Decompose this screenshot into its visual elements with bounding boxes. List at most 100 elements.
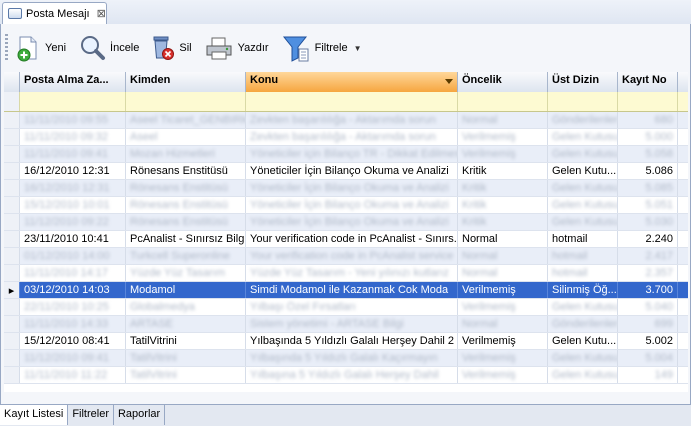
table-row[interactable]: 22/11/2010 10:25 Globalmedya Yılbaşı Özel … bbox=[4, 299, 688, 316]
tab-filters[interactable]: Filtreler bbox=[68, 405, 114, 425]
cell-date: 15/12/2010 10:01 bbox=[20, 197, 126, 213]
cell-date: 01/12/2010 14:00 bbox=[20, 248, 126, 264]
cell-date: 11/11/2010 09:32 bbox=[20, 129, 126, 145]
cell-subject: Yılbaşında 5 Yıldızlı Galalı Kaçırmayın bbox=[246, 350, 458, 366]
cell-from: Rönesans Enstitüsü bbox=[126, 197, 246, 213]
printer-icon bbox=[206, 37, 232, 60]
cell-priority-text: Normal bbox=[462, 250, 498, 262]
row-indicator[interactable] bbox=[4, 248, 20, 264]
toolbar-grip[interactable] bbox=[5, 34, 8, 62]
table-row[interactable]: 16/12/2010 12:31 Rönesans Enstitüsü Yöneti… bbox=[4, 180, 688, 197]
row-indicator[interactable] bbox=[4, 367, 20, 383]
print-button[interactable]: Yazdır bbox=[204, 30, 269, 66]
delete-button-label: Sil bbox=[179, 42, 192, 54]
table-row[interactable]: 11/11/2010 09:32 Aseel Zevkten başarılılığ… bbox=[4, 129, 688, 146]
cell-record-no: 5.000 bbox=[618, 129, 678, 145]
table-row[interactable]: 11/11/2010 11:22 TatilVitrini Yılbaşına 5 … bbox=[4, 367, 688, 384]
row-indicator[interactable] bbox=[4, 180, 20, 196]
row-indicator[interactable] bbox=[4, 146, 20, 162]
column-header-date[interactable]: Posta Alma Za... bbox=[20, 72, 126, 92]
cell-priority: Normal bbox=[458, 231, 548, 247]
column-header-folder[interactable]: Üst Dizin bbox=[548, 72, 618, 92]
table-row[interactable]: 23/11/2010 10:41 PcAnalist - Sınırsız Bil… bbox=[4, 231, 688, 248]
table-row[interactable]: 15/12/2010 10:01 Rönesans Enstitüsü Yöneti… bbox=[4, 197, 688, 214]
tab-posta-mesaji[interactable]: Posta Mesajı ⊠ bbox=[2, 2, 107, 24]
table-row[interactable]: 01/12/2010 14:00 Turkcell Superonline Your… bbox=[4, 248, 688, 265]
cell-folder: Gelen Kutusu bbox=[548, 299, 618, 315]
tab-record-list[interactable]: Kayıt Listesi bbox=[0, 405, 69, 425]
cell-date: 22/11/2010 10:25 bbox=[20, 299, 126, 315]
column-header-from[interactable]: Kimden bbox=[126, 72, 246, 92]
cell-record-no: 5.086 bbox=[618, 163, 678, 179]
table-row[interactable]: 11/11/2010 14:17 Yüzde Yüz Tasarım Yüzde Y… bbox=[4, 265, 688, 282]
cell-date-text: 11/12/2010 09:22 bbox=[24, 216, 109, 228]
cell-from: TatilVitrini bbox=[126, 333, 246, 349]
row-indicator[interactable] bbox=[4, 299, 20, 315]
cell-record-no-text: 5.051 bbox=[645, 199, 673, 211]
column-header-priority[interactable]: Öncelik bbox=[458, 72, 548, 92]
row-indicator[interactable] bbox=[4, 214, 20, 230]
table-row[interactable]: 11/12/2010 09:22 Rönesans Enstitüsü Yöneti… bbox=[4, 214, 688, 231]
cell-date: 15/12/2010 08:41 bbox=[20, 333, 126, 349]
row-indicator[interactable] bbox=[4, 129, 20, 145]
cell-priority: Kritik bbox=[458, 180, 548, 196]
cell-from-text: Rönesans Enstitüsü bbox=[130, 165, 228, 177]
cell-date: 11/11/2010 14:17 bbox=[20, 265, 126, 281]
print-button-label: Yazdır bbox=[237, 42, 269, 54]
table-row[interactable]: 16/12/2010 12:31 Rönesans Enstitüsü Yöneti… bbox=[4, 163, 688, 180]
magnifier-icon bbox=[81, 36, 106, 60]
cell-priority: Verilmemiş bbox=[458, 350, 548, 366]
table-row[interactable]: 15/12/2010 08:41 TatilVitrini Yılbaşında 5… bbox=[4, 333, 688, 350]
cell-date-text: 16/12/2010 12:31 bbox=[24, 182, 110, 194]
current-row-indicator-icon[interactable]: ▸ bbox=[4, 282, 20, 298]
row-indicator[interactable] bbox=[4, 112, 20, 128]
delete-button[interactable]: Sil bbox=[151, 30, 192, 66]
table-row[interactable]: ▸ 03/12/2010 14:03 Modamol Simdi Modamol il… bbox=[4, 282, 688, 299]
cell-folder: Gelen Kutu... bbox=[548, 333, 618, 349]
view-button-label: İncele bbox=[110, 42, 140, 54]
chevron-down-icon[interactable]: ▼ bbox=[354, 44, 362, 53]
cell-priority-text: Verilmemiş bbox=[462, 301, 516, 313]
filter-button[interactable]: Filtrele ▼ bbox=[281, 30, 362, 66]
filter-cell-folder[interactable] bbox=[548, 92, 618, 111]
cell-priority: Normal bbox=[458, 265, 548, 281]
row-indicator[interactable] bbox=[4, 333, 20, 349]
cell-folder-text: Gönderilenler bbox=[552, 114, 618, 126]
cell-from: Mozan Hizmetleri bbox=[126, 146, 246, 162]
tab-reports[interactable]: Raporlar bbox=[114, 405, 166, 425]
cell-subject: Zevkten başarılılığa - Aktarımda sorun bbox=[246, 112, 458, 128]
row-indicator[interactable] bbox=[4, 197, 20, 213]
cell-folder-text: hotmail bbox=[552, 250, 588, 262]
row-indicator[interactable] bbox=[4, 231, 20, 247]
cell-record-no-text: 699 bbox=[654, 318, 673, 330]
new-button[interactable]: Yeni bbox=[15, 30, 66, 66]
cell-subject-text: Yöneticiler İçin Bilanço Okuma ve Analiz… bbox=[250, 182, 449, 194]
cell-from-text: TatilVitrini bbox=[130, 335, 177, 347]
cell-folder: Gelen Kutusu bbox=[548, 146, 618, 162]
filter-cell-subject[interactable] bbox=[246, 92, 458, 111]
filter-cell-date[interactable] bbox=[20, 92, 126, 111]
row-indicator[interactable] bbox=[4, 265, 20, 281]
cell-subject-text: Yöneticiler için Bilanço TR - Dikkat Edi… bbox=[250, 148, 458, 160]
table-row[interactable]: 11/11/2010 14:33 ARTASE Sistem yönetimi - … bbox=[4, 316, 688, 333]
cell-priority-text: Verilmemiş bbox=[462, 284, 516, 296]
table-row[interactable]: 11/11/2010 09:55 Aseel Ticaret_GENBIRk Zev… bbox=[4, 112, 688, 129]
cell-date-text: 11/12/2010 09:41 bbox=[24, 352, 109, 364]
filter-cell-from[interactable] bbox=[126, 92, 246, 111]
row-indicator[interactable] bbox=[4, 350, 20, 366]
table-row[interactable]: 11/11/2010 09:41 Mozan Hizmetleri Yönetici… bbox=[4, 146, 688, 163]
row-indicator[interactable] bbox=[4, 316, 20, 332]
table-row[interactable]: 11/12/2010 09:41 TatilVitrini Yılbaşında 5… bbox=[4, 350, 688, 367]
column-header-record-no[interactable]: Kayıt No bbox=[618, 72, 678, 92]
cell-subject-text: Your verification code in PcAnalist - Sı… bbox=[250, 233, 458, 245]
cell-from: Modamol bbox=[126, 282, 246, 298]
cell-from: Turkcell Superonline bbox=[126, 248, 246, 264]
close-icon[interactable]: ⊠ bbox=[97, 7, 106, 20]
view-button[interactable]: İncele bbox=[78, 30, 139, 66]
cell-from: Rönesans Enstitüsü bbox=[126, 163, 246, 179]
row-indicator[interactable] bbox=[4, 163, 20, 179]
column-header-subject[interactable]: Konu bbox=[246, 72, 458, 92]
filter-cell-record-no[interactable] bbox=[618, 92, 678, 111]
cell-record-no-text: 2.357 bbox=[645, 267, 673, 279]
filter-cell-priority[interactable] bbox=[458, 92, 548, 111]
